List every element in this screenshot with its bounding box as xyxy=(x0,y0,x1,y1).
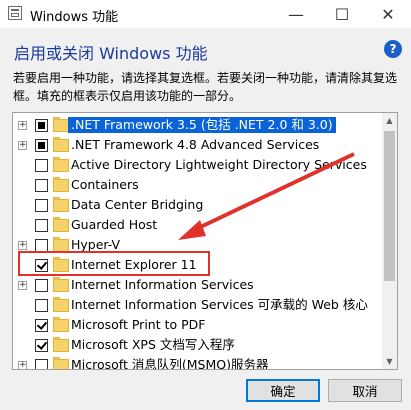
feature-row[interactable]: Active Directory Lightweight Directory S… xyxy=(13,155,385,175)
expand-icon[interactable]: + xyxy=(18,281,27,290)
folder-icon xyxy=(53,337,69,352)
page-title: 启用或关闭 Windows 功能 xyxy=(14,44,208,63)
windows-features-icon xyxy=(8,6,22,20)
folder-icon xyxy=(53,177,69,192)
title-bar: Windows 功能 — ☐ ✕ xyxy=(0,0,411,28)
expand-icon[interactable]: + xyxy=(18,361,27,369)
folder-icon xyxy=(53,197,69,212)
feature-row[interactable]: + .NET Framework 4.8 Advanced Services xyxy=(13,135,385,155)
feature-row[interactable]: Microsoft Print to PDF xyxy=(13,315,385,335)
expand-icon[interactable]: + xyxy=(18,241,27,250)
feature-checkbox[interactable] xyxy=(35,279,48,292)
help-icon[interactable]: ? xyxy=(384,40,402,58)
feature-checkbox[interactable] xyxy=(35,299,48,312)
folder-icon xyxy=(53,297,69,312)
annotation-highlight-box xyxy=(18,251,210,276)
folder-icon xyxy=(53,357,69,369)
maximize-button[interactable]: ☐ xyxy=(319,0,365,28)
feature-label[interactable]: Internet Information Services 可承载的 Web 核… xyxy=(68,297,371,313)
minimize-button[interactable]: — xyxy=(273,0,319,28)
feature-label[interactable]: Guarded Host xyxy=(68,217,160,233)
feature-checkbox[interactable] xyxy=(35,319,48,332)
feature-checkbox[interactable] xyxy=(35,119,48,132)
close-button[interactable]: ✕ xyxy=(365,0,411,28)
scroll-thumb[interactable] xyxy=(384,131,395,281)
feature-checkbox[interactable] xyxy=(35,139,48,152)
expand-icon[interactable]: + xyxy=(18,121,27,130)
feature-label[interactable]: Microsoft 消息队列(MSMQ)服务器 xyxy=(68,357,271,369)
feature-label[interactable]: .NET Framework 3.5 (包括 .NET 2.0 和 3.0) xyxy=(68,117,336,133)
feature-row[interactable]: Guarded Host xyxy=(13,215,385,235)
feature-checkbox[interactable] xyxy=(35,219,48,232)
window-title: Windows 功能 xyxy=(30,10,119,25)
feature-checkbox[interactable] xyxy=(35,159,48,172)
feature-row[interactable]: Data Center Bridging xyxy=(13,195,385,215)
feature-label[interactable]: .NET Framework 4.8 Advanced Services xyxy=(68,137,322,153)
feature-checkbox[interactable] xyxy=(35,179,48,192)
feature-label[interactable]: Active Directory Lightweight Directory S… xyxy=(68,157,370,173)
feature-row[interactable]: + Internet Information Services xyxy=(13,275,385,295)
feature-checkbox[interactable] xyxy=(35,339,48,352)
feature-checkbox[interactable] xyxy=(35,359,48,369)
folder-icon xyxy=(53,117,69,132)
folder-icon xyxy=(53,157,69,172)
ok-button[interactable]: 确定 xyxy=(246,379,320,402)
folder-icon xyxy=(53,277,69,292)
feature-row[interactable]: Internet Information Services 可承载的 Web 核… xyxy=(13,295,385,315)
feature-row[interactable]: + .NET Framework 3.5 (包括 .NET 2.0 和 3.0) xyxy=(13,115,385,135)
feature-row[interactable]: + Microsoft 消息队列(MSMQ)服务器 xyxy=(13,355,385,369)
feature-row[interactable]: Microsoft XPS 文档写入程序 xyxy=(13,335,385,355)
features-tree[interactable]: ▲ ▼ + .NET Framework 3.5 (包括 .NET 2.0 和 3… xyxy=(12,112,398,370)
folder-icon xyxy=(53,137,69,152)
feature-checkbox[interactable] xyxy=(35,199,48,212)
feature-label[interactable]: Containers xyxy=(68,177,142,193)
expand-icon[interactable]: + xyxy=(18,141,27,150)
feature-label[interactable]: Internet Information Services xyxy=(68,277,257,293)
cancel-button[interactable]: 取消 xyxy=(328,379,402,402)
description-text: 若要启用一种功能，请选择其复选框。若要关闭一种功能，请清除其复选框。填充的框表示… xyxy=(13,71,398,103)
feature-label[interactable]: Data Center Bridging xyxy=(68,197,206,213)
folder-icon xyxy=(53,217,69,232)
folder-icon xyxy=(53,317,69,332)
feature-label[interactable]: Microsoft XPS 文档写入程序 xyxy=(68,337,238,353)
feature-label[interactable]: Microsoft Print to PDF xyxy=(68,317,208,333)
feature-row[interactable]: Containers xyxy=(13,175,385,195)
